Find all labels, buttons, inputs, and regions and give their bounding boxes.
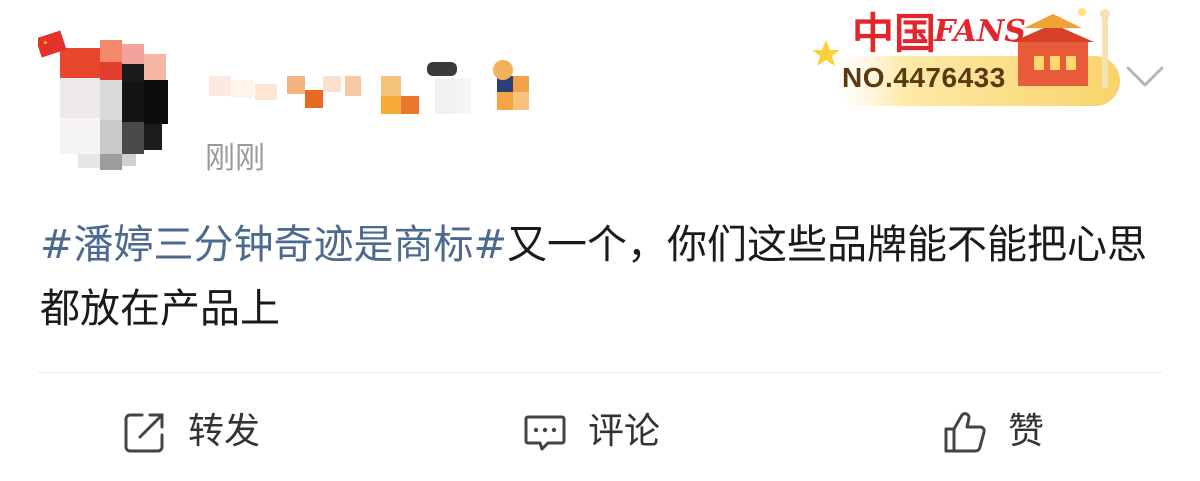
post-content: #潘婷三分钟奇迹是商标#又一个，你们这些品牌能不能把心思都放在产品上 bbox=[40, 213, 1150, 341]
post-timestamp: 刚刚 bbox=[205, 141, 265, 176]
fan-badge-number: NO.4476433 bbox=[842, 62, 1006, 93]
repost-label: 转发 bbox=[188, 411, 261, 452]
fan-badge-title: 中国 bbox=[852, 9, 937, 58]
username[interactable] bbox=[205, 58, 545, 118]
divider bbox=[38, 372, 1162, 373]
hashtag-link[interactable]: #潘婷三分钟奇迹是商标# bbox=[40, 222, 507, 268]
chevron-down-icon[interactable] bbox=[1122, 60, 1168, 94]
comment-button[interactable]: 评论 bbox=[522, 401, 660, 463]
pixelated-avatar-icon bbox=[35, 30, 168, 170]
repost-button[interactable]: 转发 bbox=[122, 401, 260, 463]
share-icon bbox=[122, 409, 168, 455]
fan-badge-title-en: FANS bbox=[934, 14, 1026, 49]
comment-icon bbox=[522, 409, 568, 455]
like-button[interactable]: 赞 bbox=[942, 401, 1044, 463]
thumbs-up-icon bbox=[942, 409, 988, 455]
like-label: 赞 bbox=[1008, 411, 1045, 452]
pixelated-username-icon bbox=[209, 60, 529, 114]
avatar[interactable] bbox=[35, 30, 178, 172]
star-icon bbox=[812, 40, 840, 66]
comment-label: 评论 bbox=[588, 411, 661, 452]
